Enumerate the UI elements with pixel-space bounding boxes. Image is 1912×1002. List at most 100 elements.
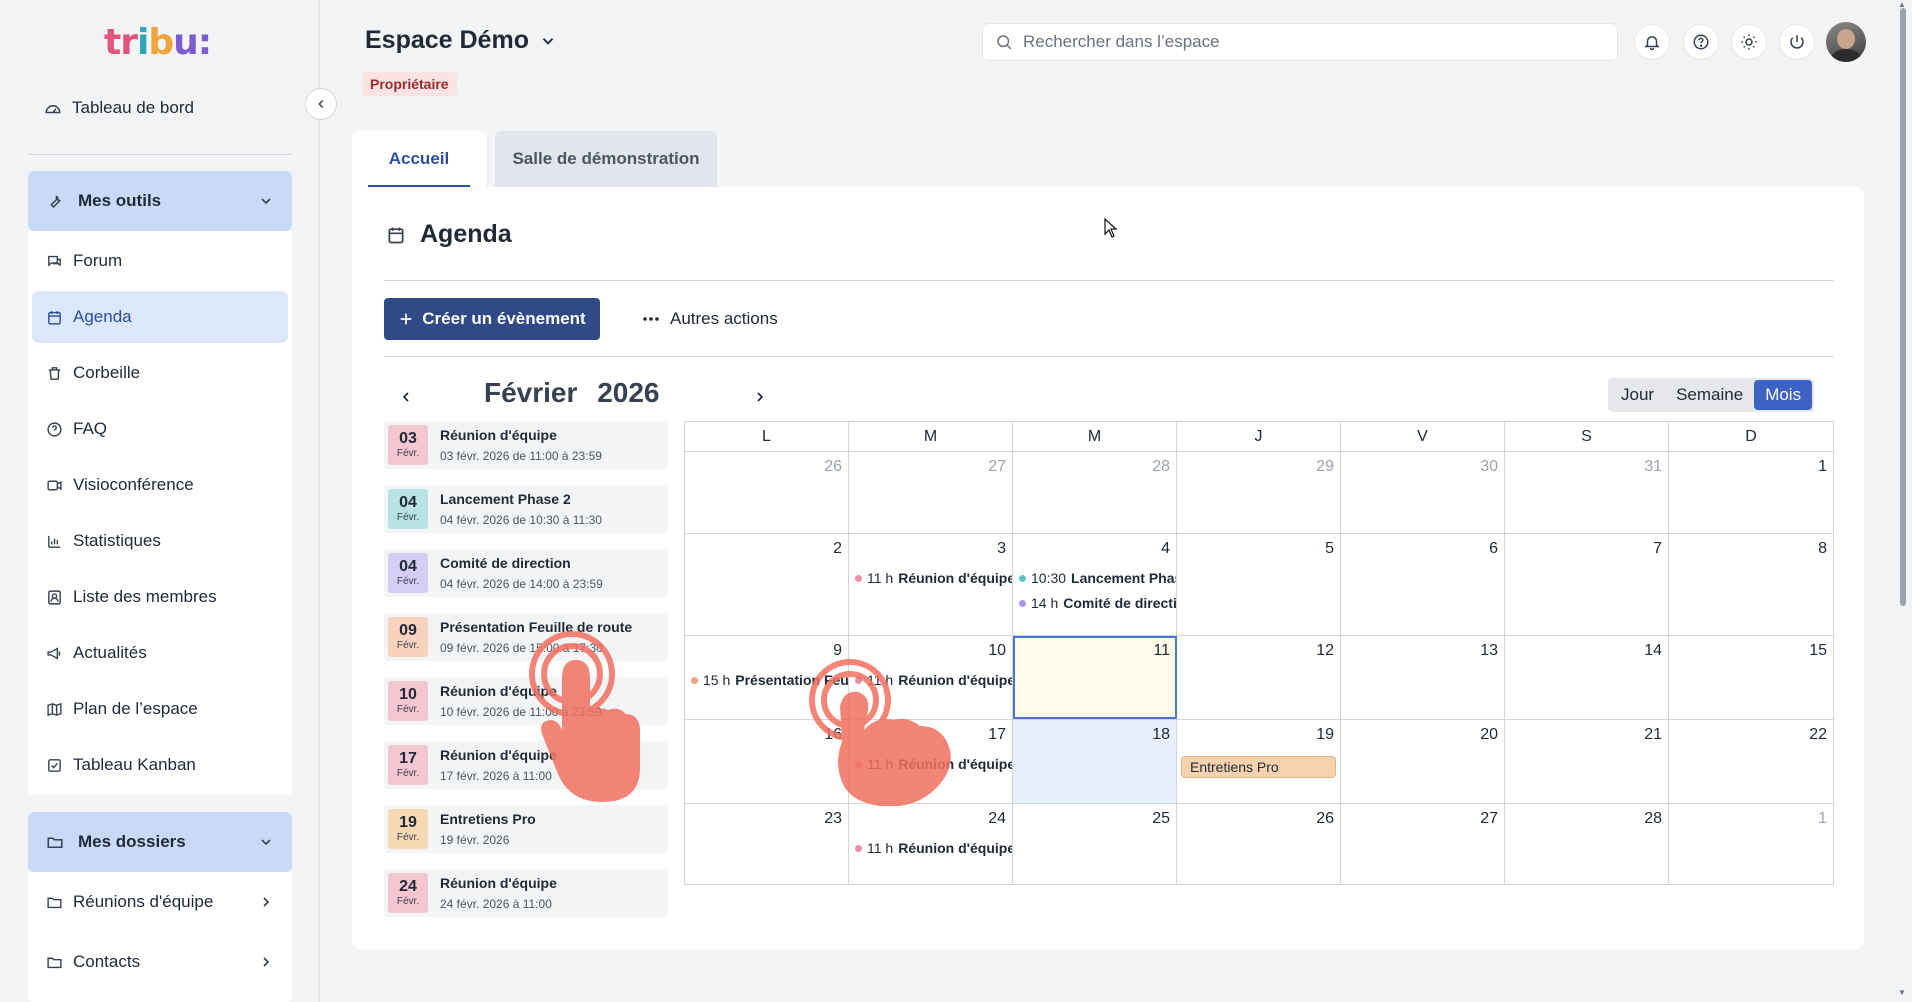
calendar-day[interactable]: 31 bbox=[1505, 452, 1669, 533]
tab-salle-demonstration[interactable]: Salle de démonstration bbox=[495, 131, 717, 187]
weekday-label: S bbox=[1505, 422, 1669, 451]
search-input[interactable] bbox=[1023, 32, 1605, 52]
tools-group-toggle[interactable]: Mes outils bbox=[28, 171, 292, 231]
calendar-day[interactable]: 6 bbox=[1341, 534, 1505, 635]
sidebar-item-label: Actualités bbox=[73, 643, 147, 662]
calendar-day[interactable]: 30 bbox=[1341, 452, 1505, 533]
day-number: 25 bbox=[1152, 810, 1170, 827]
calendar-day[interactable]: 13 bbox=[1341, 636, 1505, 719]
event-date-badge: 04 Févr. bbox=[388, 489, 428, 529]
scrollbar-thumb[interactable] bbox=[1900, 8, 1906, 606]
sidebar-item-tableau-kanban[interactable]: Tableau Kanban bbox=[32, 739, 288, 791]
event-month: Févr. bbox=[396, 639, 420, 651]
sidebar-item-faq[interactable]: FAQ bbox=[32, 403, 288, 455]
calendar-day[interactable]: 28 bbox=[1013, 452, 1177, 533]
chevron-right-icon bbox=[263, 897, 270, 907]
video-icon bbox=[47, 480, 62, 490]
theme-toggle-button[interactable] bbox=[1731, 24, 1767, 60]
more-actions-button[interactable]: Autres actions bbox=[642, 298, 778, 340]
tools-menu: Forum Agenda Corbeille FAQ Visioconférence St… bbox=[28, 231, 292, 795]
logout-button[interactable] bbox=[1779, 24, 1815, 60]
view-month-button[interactable]: Mois bbox=[1754, 380, 1813, 410]
collapse-sidebar-button[interactable] bbox=[305, 88, 337, 120]
calendar-day[interactable]: 15 bbox=[1669, 636, 1833, 719]
event-date-badge: 17 Févr. bbox=[388, 745, 428, 785]
calendar-event[interactable]: 11 hRéunion d'équipe bbox=[855, 840, 1012, 856]
scroll-down-arrow[interactable]: ▼ bbox=[1898, 988, 1906, 997]
event-list-item[interactable]: 03 Févr. Réunion d'équipe 03 févr. 2026 de … bbox=[384, 421, 668, 469]
calendar-day[interactable]: 3 11 h Réunion d'équipe bbox=[849, 534, 1013, 635]
weekday-label: M bbox=[849, 422, 1013, 451]
sidebar-item-liste-des-membres[interactable]: Liste des membres bbox=[32, 571, 288, 623]
calendar-day[interactable]: 12 bbox=[1177, 636, 1341, 719]
previous-month-button[interactable] bbox=[392, 383, 420, 411]
event-datetime: 19 févr. 2026 bbox=[440, 833, 510, 847]
create-event-button[interactable]: Créer un évènement bbox=[384, 298, 600, 340]
sidebar-item-corbeille[interactable]: Corbeille bbox=[32, 347, 288, 399]
space-selector[interactable]: Espace Démo bbox=[365, 26, 557, 55]
calendar-day[interactable]: 19 Entretiens Pro bbox=[1177, 720, 1341, 803]
sidebar-item-forum[interactable]: Forum bbox=[32, 235, 288, 287]
calendar-day[interactable]: 24 11 h Réunion d'équipe bbox=[849, 804, 1013, 884]
view-week-button[interactable]: Semaine bbox=[1665, 380, 1754, 410]
calendar-day[interactable]: 1 bbox=[1669, 804, 1833, 884]
day-number: 8 bbox=[1818, 540, 1827, 557]
sidebar-item-label: Agenda bbox=[73, 307, 132, 326]
calendar-day[interactable]: 20 bbox=[1341, 720, 1505, 803]
forum-icon bbox=[48, 255, 61, 266]
calendar-day[interactable]: 18 bbox=[1013, 720, 1177, 803]
event-list-item[interactable]: 24 Févr. Réunion d'équipe 24 févr. 2026 à 1… bbox=[384, 869, 668, 917]
calendar-day[interactable]: 22 bbox=[1669, 720, 1833, 803]
event-date-badge: 04 Févr. bbox=[388, 553, 428, 593]
calendar-day[interactable]: 21 bbox=[1505, 720, 1669, 803]
sidebar-item-plan-de-l-espace[interactable]: Plan de l’espace bbox=[32, 683, 288, 735]
tools-group-label: Mes outils bbox=[78, 191, 162, 210]
calendar-day[interactable]: 4 10:30Lancement Phase 2 14 hComité de dir… bbox=[1013, 534, 1177, 635]
calendar-day[interactable]: 28 bbox=[1505, 804, 1669, 884]
tribu-logo[interactable]: tribu: bbox=[104, 22, 212, 63]
all-day-event[interactable]: Entretiens Pro bbox=[1181, 756, 1336, 778]
sidebar-item-statistiques[interactable]: Statistiques bbox=[32, 515, 288, 567]
calendar-day-today[interactable]: 11 bbox=[1013, 636, 1177, 719]
next-month-button[interactable] bbox=[746, 383, 774, 411]
tab-accueil[interactable]: Accueil bbox=[352, 131, 486, 187]
calendar-day[interactable]: 2 bbox=[685, 534, 849, 635]
sidebar-item-agenda[interactable]: Agenda bbox=[32, 291, 288, 343]
folder-item[interactable]: Contacts bbox=[28, 932, 292, 992]
user-avatar[interactable] bbox=[1826, 22, 1866, 62]
day-number: 21 bbox=[1644, 726, 1662, 743]
calendar-day[interactable]: 1 bbox=[1669, 452, 1833, 533]
event-dot bbox=[855, 574, 862, 582]
folders-group-toggle[interactable]: Mes dossiers bbox=[28, 812, 292, 872]
calendar-event[interactable]: 11 hRéunion d'équipe bbox=[855, 570, 1012, 586]
sidebar-item-visioconférence[interactable]: Visioconférence bbox=[32, 459, 288, 511]
calendar-event[interactable]: 14 hComité de direction bbox=[1019, 595, 1176, 611]
event-time: 14 h bbox=[1031, 595, 1059, 611]
calendar-day[interactable]: 29 bbox=[1177, 452, 1341, 533]
calendar-day[interactable]: 5 bbox=[1177, 534, 1341, 635]
folder-item[interactable]: Réunions d'équipe bbox=[28, 872, 292, 932]
calendar-day[interactable]: 7 bbox=[1505, 534, 1669, 635]
calendar-day[interactable]: 26 bbox=[1177, 804, 1341, 884]
event-list-item[interactable]: 04 Févr. Lancement Phase 2 04 févr. 2026 de… bbox=[384, 485, 668, 533]
calendar-day[interactable]: 27 bbox=[1341, 804, 1505, 884]
agenda-title: Agenda bbox=[420, 220, 512, 248]
calendar-day[interactable]: 14 bbox=[1505, 636, 1669, 719]
sidebar-item-actualités[interactable]: Actualités bbox=[32, 627, 288, 679]
day-number: 14 bbox=[1644, 642, 1662, 659]
calendar-day[interactable]: 26 bbox=[685, 452, 849, 533]
calendar-event[interactable]: 10:30Lancement Phase 2 bbox=[1019, 570, 1176, 586]
chevron-down-icon bbox=[261, 839, 271, 846]
calendar-day[interactable]: 8 bbox=[1669, 534, 1833, 635]
view-day-button[interactable]: Jour bbox=[1610, 380, 1665, 410]
day-number: 17 bbox=[988, 726, 1006, 743]
event-datetime: 03 févr. 2026 de 11:00 à 23:59 bbox=[440, 449, 602, 463]
calendar-day[interactable]: 27 bbox=[849, 452, 1013, 533]
year-label: 2026 bbox=[597, 377, 660, 408]
calendar-day[interactable]: 25 bbox=[1013, 804, 1177, 884]
calendar-day[interactable]: 23 bbox=[685, 804, 849, 884]
event-list-item[interactable]: 04 Févr. Comité de direction 04 févr. 2026 … bbox=[384, 549, 668, 597]
help-button[interactable] bbox=[1683, 24, 1719, 60]
dashboard-link[interactable]: Tableau de bord bbox=[44, 98, 194, 118]
notifications-button[interactable] bbox=[1634, 24, 1670, 60]
